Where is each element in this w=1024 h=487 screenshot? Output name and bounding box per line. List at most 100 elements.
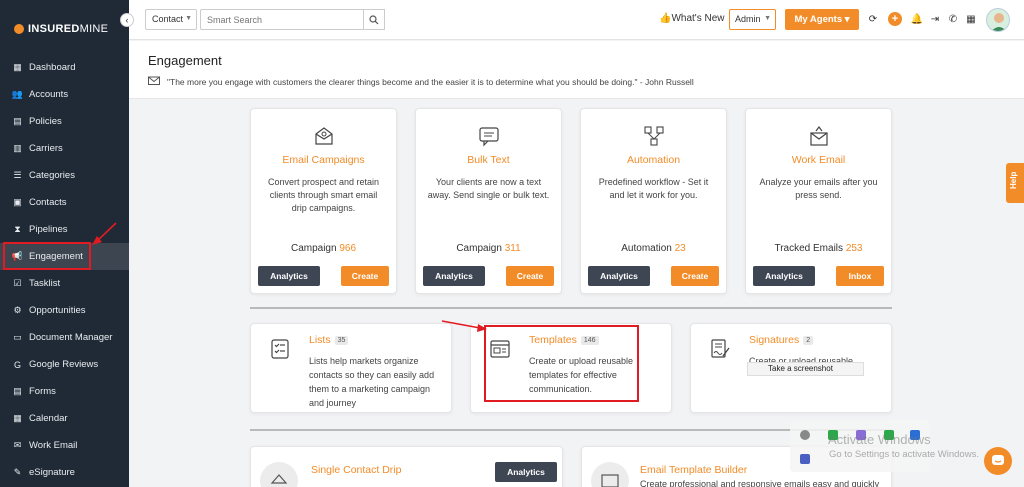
automation-count: Automation 23 [581,243,726,254]
avatar[interactable] [986,8,1010,32]
my-agents-label: My Agents [794,14,843,25]
automation-count-label: Automation [621,243,672,254]
smart-search-input[interactable] [200,9,385,30]
signature-document-icon [711,339,730,358]
email-campaigns-description: Convert prospect and retain clients thro… [267,177,380,213]
sidebar-item-carriers[interactable]: ▥ Carriers [0,135,129,162]
bulk-text-analytics-button[interactable]: Analytics [423,266,485,286]
whats-new-link[interactable]: 👍What's New [659,13,725,24]
automation-create-button[interactable]: Create [671,266,719,286]
email-campaigns-analytics-button[interactable]: Analytics [258,266,320,286]
bulk-text-count-value: 311 [504,243,521,254]
sidebar-item-calendar[interactable]: ▦ Calendar [0,405,129,432]
sidebar-item-esignature[interactable]: ✎ eSignature [0,459,129,486]
add-icon[interactable]: + [888,12,902,26]
folder-icon: ▭ [13,332,22,342]
work-email-analytics-button[interactable]: Analytics [753,266,815,286]
sidebar-nav: ▦ Dashboard 👥 Accounts ▤ Policies ▥ Carriers ☰ Ca… [0,54,129,486]
sidebar-item-accounts[interactable]: 👥 Accounts [0,81,129,108]
single-contact-drip-card[interactable]: Single Contact Drip Analytics [250,446,563,487]
lists-title-label: Lists [309,334,331,346]
help-tab[interactable]: Help [1006,163,1024,203]
single-contact-drip-title[interactable]: Single Contact Drip [311,464,401,476]
sidebar-item-categories[interactable]: ☰ Categories [0,162,129,189]
phone-icon[interactable]: ✆ [947,13,959,25]
sidebar-item-document-manager[interactable]: ▭ Document Manager [0,324,129,351]
automation-description: Predefined workflow - Set it and let it … [598,177,709,200]
bulk-text-description: Your clients are now a text away. Send s… [427,177,550,200]
work-email-description: Analyze your emails after you press send… [759,177,878,200]
lists-description: Lists help markets organize contacts so … [309,356,435,408]
annotation-arrow-templates [441,320,487,332]
sidebar-item-policies[interactable]: ▤ Policies [0,108,129,135]
sidebar-item-label: Opportunities [29,305,86,316]
bulk-text-create-button[interactable]: Create [506,266,554,286]
refresh-icon[interactable]: ⟳ [867,13,879,25]
sidebar-item-work-email[interactable]: ✉ Work Email [0,432,129,459]
logout-icon[interactable]: ⇥ [929,13,941,25]
page-title: Engagement [148,53,222,68]
workflow-icon [643,125,665,147]
sidebar-item-opportunities[interactable]: ⚙ Opportunities [0,297,129,324]
teams-icon[interactable] [800,454,810,464]
sidebar-item-google-reviews[interactable]: G Google Reviews [0,351,129,378]
work-email-card[interactable]: Work Email Analyze your emails after you… [745,108,892,294]
bell-icon[interactable]: 🔔 [911,13,923,25]
windows-activation-title: Activate Windows [828,432,931,447]
email-campaigns-create-button[interactable]: Create [341,266,389,286]
sidebar-collapse-button[interactable]: ‹ [120,13,134,27]
email-campaigns-title[interactable]: Email Campaigns [251,154,396,166]
drip-analytics-button[interactable]: Analytics [495,462,557,482]
sidebar-item-dashboard[interactable]: ▦ Dashboard [0,54,129,81]
email-template-builder-title[interactable]: Email Template Builder [640,464,747,476]
my-agents-button[interactable]: My Agents ▾ [785,9,859,30]
logo-text-thin: MINE [79,23,109,35]
bulk-text-card[interactable]: Bulk Text Your clients are now a text aw… [415,108,562,294]
lists-title[interactable]: Lists 35 [309,334,349,346]
tasklist-icon: ☑ [13,278,22,288]
automation-analytics-button[interactable]: Analytics [588,266,650,286]
opportunities-icon: ⚙ [13,305,22,315]
search-button[interactable] [363,9,385,30]
policies-icon: ▤ [13,116,22,126]
sidebar-item-label: Document Manager [29,332,113,343]
chat-bubble-icon [478,125,500,147]
automation-count-value: 23 [674,243,686,254]
search-scope-select[interactable]: Contact ▼ [145,9,197,30]
sidebar-item-tasklist[interactable]: ☑ Tasklist [0,270,129,297]
work-email-inbox-button[interactable]: Inbox [836,266,884,286]
sidebar-item-label: Tasklist [29,278,61,289]
work-email-count: Tracked Emails 253 [746,243,891,254]
signatures-title[interactable]: Signatures 2 [749,334,814,346]
work-email-count-value: 253 [845,243,863,254]
search-scope-label: Contact [152,14,184,24]
categories-icon: ☰ [13,170,22,180]
lists-card[interactable]: Lists 35 Lists help markets organize cont… [250,323,452,413]
calculator-icon[interactable]: ▦ [965,13,977,25]
logo[interactable]: INSUREDMINE [14,23,108,35]
drip-icon [260,462,298,487]
thumbs-up-icon: 👍 [659,13,672,24]
sidebar-item-contacts[interactable]: ▣ Contacts [0,189,129,216]
sidebar-item-forms[interactable]: ▤ Forms [0,378,129,405]
sidebar-item-label: Carriers [29,143,63,154]
bulk-text-title[interactable]: Bulk Text [416,154,561,166]
automation-card[interactable]: Automation Predefined workflow - Set it … [580,108,727,294]
screenshot-tooltip: Take a screenshot [747,362,864,376]
chevron-down-icon: ▼ [185,15,192,22]
search-icon [369,14,379,24]
automation-title[interactable]: Automation [581,154,726,166]
logo-text-bold: INSURED [28,23,80,35]
email-campaign-icon [313,125,335,147]
sidebar-item-label: Forms [29,386,56,397]
section-divider [250,307,892,309]
annotation-arrow-sidebar [92,222,117,245]
checklist-icon [271,339,289,359]
chat-button[interactable] [984,447,1012,475]
lists-count-badge: 35 [334,335,349,345]
email-campaigns-card[interactable]: Email Campaigns Convert prospect and ret… [250,108,397,294]
role-select[interactable]: Admin ▼ [729,9,776,30]
work-email-title[interactable]: Work Email [746,154,891,166]
cloud-icon[interactable] [800,430,810,440]
sidebar-item-label: eSignature [29,467,75,478]
